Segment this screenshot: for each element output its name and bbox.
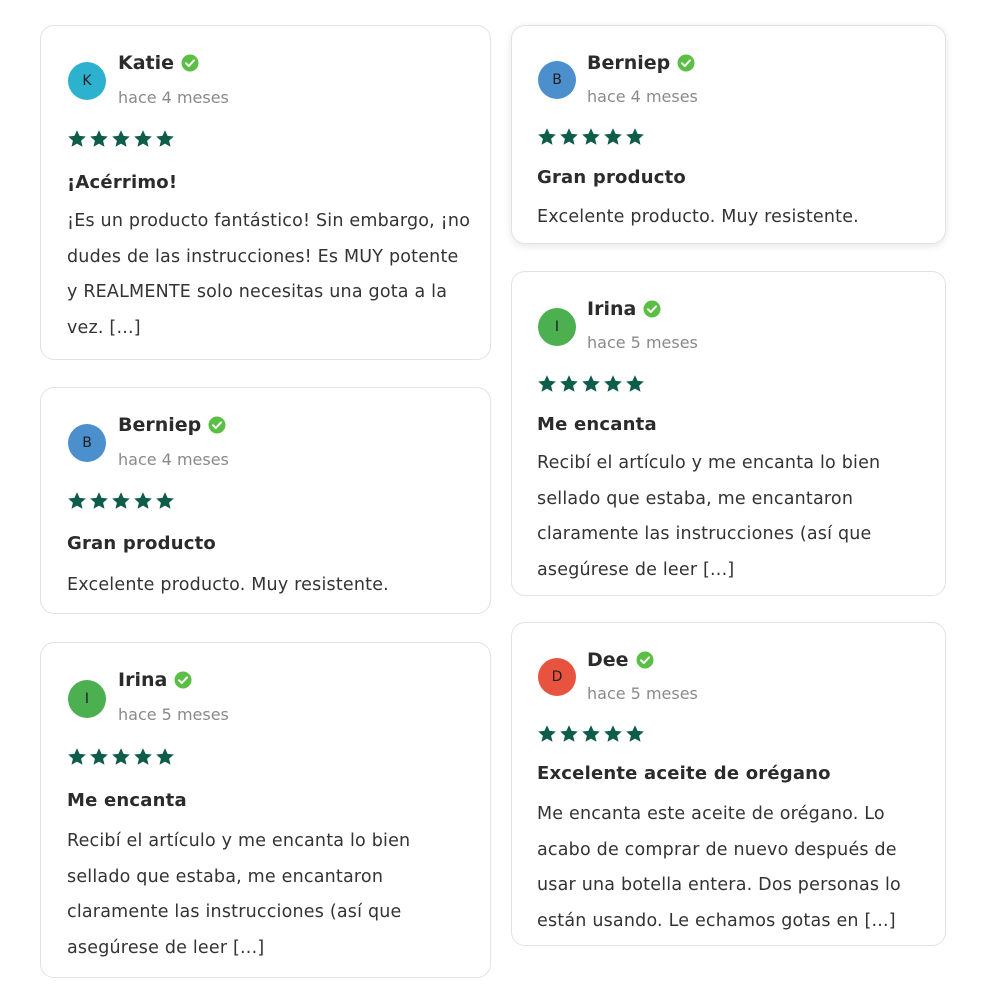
author-name: Berniep [118,414,202,436]
star-icon [625,724,645,744]
review-title: Excelente aceite de orégano [537,763,831,784]
review-card-irina[interactable]: I Irina hace 5 meses Me encanta Recibí e… [511,271,946,596]
review-title: Me encanta [67,790,187,811]
verified-icon [208,416,226,434]
author-name: Katie [118,52,175,74]
verified-icon [181,54,199,72]
author-name: Irina [587,298,637,320]
review-card-irina[interactable]: I Irina hace 5 meses Me encanta Recibí e… [40,642,491,978]
star-icon [603,374,623,394]
review-body: Recibí el artículo y me encanta lo bien … [537,453,881,580]
author-line: Irina [118,669,192,691]
star-icon [581,724,601,744]
star-icon [625,127,645,147]
star-icon [155,129,175,149]
avatar: B [68,424,106,462]
review-body: Me encanta este aceite de orégano. Lo ac… [537,804,901,931]
review-body: Recibí el artículo y me encanta lo bien … [67,831,411,958]
review-body: ¡Es un producto fantástico! Sin embargo,… [67,211,471,338]
verified-icon [174,671,192,689]
star-icon [559,127,579,147]
star-icon [603,724,623,744]
review-date: hace 5 meses [587,333,698,352]
star-rating [67,491,175,511]
star-icon [67,491,87,511]
star-rating [537,127,645,147]
avatar: K [68,62,106,100]
star-icon [89,129,109,149]
review-body: Excelente producto. Muy resistente. [537,207,859,227]
avatar: I [538,308,576,346]
star-icon [603,127,623,147]
star-icon [155,491,175,511]
review-card-katie[interactable]: K Katie hace 4 meses ¡Acérrimo! ¡Es un p… [40,25,491,360]
author-line: Katie [118,52,199,74]
star-rating [537,724,645,744]
star-icon [581,127,601,147]
star-rating [67,129,175,149]
review-date: hace 4 meses [587,87,698,106]
review-card-berniep[interactable]: B Berniep hace 4 meses Gran producto Exc… [511,25,946,244]
avatar: D [538,658,576,696]
star-icon [625,374,645,394]
star-icon [89,747,109,767]
star-icon [89,491,109,511]
author-name: Irina [118,669,168,691]
star-rating [67,747,175,767]
review-date: hace 5 meses [587,684,698,703]
star-icon [133,129,153,149]
verified-icon [636,651,654,669]
star-icon [155,747,175,767]
star-icon [537,374,557,394]
verified-icon [677,54,695,72]
star-icon [559,374,579,394]
author-line: Berniep [587,52,695,74]
avatar: B [538,61,576,99]
review-title: ¡Acérrimo! [67,172,178,193]
verified-icon [643,300,661,318]
review-body: Excelente producto. Muy resistente. [67,575,389,595]
author-name: Dee [587,649,629,671]
review-card-berniep[interactable]: B Berniep hace 4 meses Gran producto Exc… [40,387,491,614]
star-icon [559,724,579,744]
star-icon [67,129,87,149]
star-icon [111,129,131,149]
review-card-dee[interactable]: D Dee hace 5 meses Excelente aceite de o… [511,622,946,946]
star-icon [537,127,557,147]
star-icon [111,491,131,511]
star-icon [133,747,153,767]
star-icon [537,724,557,744]
author-name: Berniep [587,52,671,74]
review-title: Gran producto [537,167,686,188]
star-icon [133,491,153,511]
author-line: Irina [587,298,661,320]
review-title: Me encanta [537,414,657,435]
author-line: Berniep [118,414,226,436]
review-date: hace 5 meses [118,705,229,724]
star-rating [537,374,645,394]
review-title: Gran producto [67,533,216,554]
star-icon [581,374,601,394]
avatar: I [68,680,106,718]
author-line: Dee [587,649,654,671]
review-date: hace 4 meses [118,450,229,469]
star-icon [67,747,87,767]
review-date: hace 4 meses [118,88,229,107]
star-icon [111,747,131,767]
